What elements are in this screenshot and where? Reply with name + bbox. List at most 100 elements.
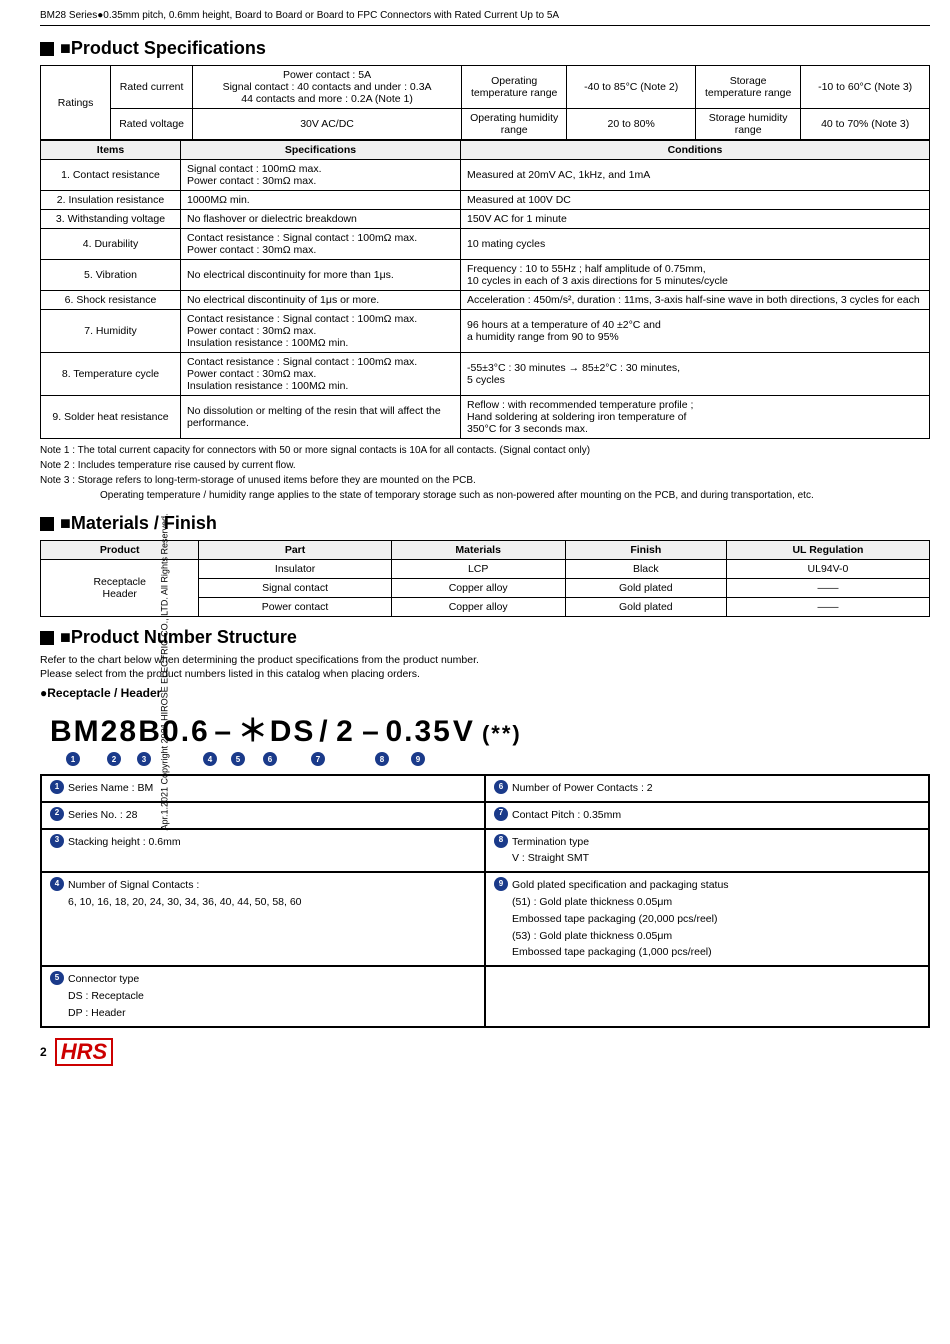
- circle-4: 4: [196, 752, 224, 766]
- rated-voltage-label: Rated voltage: [111, 109, 193, 140]
- spec-condition-1: Measured at 100V DC: [461, 191, 930, 210]
- rated-voltage-value: 30V AC/DC: [193, 109, 462, 140]
- footer-page-num: 2: [40, 1045, 47, 1059]
- mat-finish-2: Gold plated: [565, 598, 726, 617]
- spec-item-1: 2. Insulation resistance: [41, 191, 181, 210]
- product-specs-title: ■Product Specifications: [40, 38, 930, 59]
- num-desc-right-0: 6Number of Power Contacts : 2: [485, 775, 929, 802]
- num-part-12: (**): [476, 721, 528, 747]
- op-humidity-label: Operating humidity range: [462, 109, 567, 140]
- circle-row: 123456789: [40, 752, 930, 766]
- circle-5: 5: [224, 752, 252, 766]
- spec-spec-3: Contact resistance : Signal contact : 10…: [181, 229, 461, 260]
- circle-8: 7: [306, 752, 330, 766]
- spec-spec-1: 1000MΩ min.: [181, 191, 461, 210]
- ratings-table: Ratings Rated current Power contact : 5A…: [40, 65, 930, 140]
- num-desc-right-4: [485, 966, 929, 1026]
- storage-temp-value: -10 to 60°C (Note 3): [801, 66, 930, 109]
- note-1: Note 2 : Includes temperature rise cause…: [40, 458, 930, 473]
- spec-spec-0: Signal contact : 100mΩ max.Power contact…: [181, 160, 461, 191]
- circle-1: 2: [96, 752, 132, 766]
- note-0: Note 1 : The total current capacity for …: [40, 443, 930, 458]
- mat-materials-1: Copper alloy: [391, 579, 565, 598]
- mat-part-2: Power contact: [199, 598, 391, 617]
- storage-humidity-value: 40 to 70% (Note 3): [801, 109, 930, 140]
- spec-item-7: 8. Temperature cycle: [41, 353, 181, 396]
- num-desc-left-3: 4Number of Signal Contacts :6, 10, 16, 1…: [41, 872, 485, 966]
- op-temp-value: -40 to 85°C (Note 2): [567, 66, 696, 109]
- spec-condition-5: Acceleration : 450m/s², duration : 11ms,…: [461, 291, 930, 310]
- note-2: Note 3 : Storage refers to long-term-sto…: [40, 473, 930, 488]
- number-description-grid: 1Series Name : BM6Number of Power Contac…: [40, 774, 930, 1028]
- rated-current-label: Rated current: [111, 66, 193, 109]
- spec-item-8: 9. Solder heat resistance: [41, 396, 181, 439]
- num-part-5: ＊: [238, 706, 270, 750]
- num-part-9: –: [357, 715, 385, 749]
- spec-spec-2: No flashover or dielectric breakdown: [181, 210, 461, 229]
- num-part-10: 0.35: [385, 715, 451, 749]
- materials-table: ProductPartMaterialsFinishUL Regulation …: [40, 540, 930, 617]
- spec-item-2: 3. Withstanding voltage: [41, 210, 181, 229]
- col-specifications: Specifications: [181, 141, 461, 160]
- mat-header: Materials: [391, 541, 565, 560]
- num-part-8: 2: [333, 715, 357, 749]
- spec-spec-7: Contact resistance : Signal contact : 10…: [181, 353, 461, 396]
- ratings-label: Ratings: [41, 66, 111, 140]
- receptacle-label: ●Receptacle / Header: [40, 686, 930, 700]
- num-desc-right-2: 8Termination typeV : Straight SMT: [485, 829, 929, 873]
- spec-spec-5: No electrical discontinuity of 1μs or mo…: [181, 291, 461, 310]
- num-desc-right-1: 7Contact Pitch : 0.35mm: [485, 802, 929, 829]
- mat-finish-1: Gold plated: [565, 579, 726, 598]
- circle-6: 6: [252, 752, 288, 766]
- spec-item-5: 6. Shock resistance: [41, 291, 181, 310]
- product-desc2: Please select from the product numbers l…: [40, 668, 930, 680]
- spec-item-3: 4. Durability: [41, 229, 181, 260]
- sidebar-copyright: Apr.1.2021 Copyright 2021 HIROSE ELECTRI…: [159, 514, 169, 831]
- footer: 2 HRS: [40, 1038, 930, 1066]
- storage-humidity-label: Storage humidity range: [696, 109, 801, 140]
- spec-condition-0: Measured at 20mV AC, 1kHz, and 1mA: [461, 160, 930, 191]
- note-3: Operating temperature / humidity range a…: [40, 488, 930, 503]
- mat-part-0: Insulator: [199, 560, 391, 579]
- spec-item-6: 7. Humidity: [41, 310, 181, 353]
- num-part-7: /: [315, 715, 333, 749]
- spec-condition-6: 96 hours at a temperature of 40 ±2°C and…: [461, 310, 930, 353]
- num-part-1: 28: [101, 715, 138, 749]
- hrs-logo: HRS: [55, 1038, 113, 1066]
- num-desc-left-1: 2Series No. : 28: [41, 802, 485, 829]
- page-header: BM28 Series●0.35mm pitch, 0.6mm height, …: [40, 10, 930, 26]
- mat-product: ReceptacleHeader: [41, 560, 199, 617]
- op-temp-label: Operating temperature range: [462, 66, 567, 109]
- col-items: Items: [41, 141, 181, 160]
- spec-condition-4: Frequency : 10 to 55Hz ; half amplitude …: [461, 260, 930, 291]
- circle-11: 9: [406, 752, 430, 766]
- spec-spec-4: No electrical discontinuity for more tha…: [181, 260, 461, 291]
- mat-finish-0: Black: [565, 560, 726, 579]
- specs-table: Items Specifications Conditions 1. Conta…: [40, 140, 930, 439]
- product-number-display: BM28B0.6–＊DS/2–0.35V(**): [50, 706, 930, 750]
- mat-materials-0: LCP: [391, 560, 565, 579]
- mat-header: Finish: [565, 541, 726, 560]
- num-part-6: DS: [270, 715, 316, 749]
- circle-0: 1: [50, 752, 96, 766]
- materials-title: ■Materials / Finish: [40, 513, 930, 534]
- spec-item-0: 1. Contact resistance: [41, 160, 181, 191]
- mat-header: Product: [41, 541, 199, 560]
- num-part-4: –: [210, 715, 238, 749]
- rated-current-values: Power contact : 5A Signal contact : 40 c…: [193, 66, 462, 109]
- circle-2: 3: [132, 752, 156, 766]
- spec-item-4: 5. Vibration: [41, 260, 181, 291]
- num-part-11: V: [452, 715, 476, 749]
- storage-temp-label: Storage temperature range: [696, 66, 801, 109]
- product-specs-section: ■Product Specifications Ratings Rated cu…: [40, 38, 930, 503]
- mat-header: Part: [199, 541, 391, 560]
- num-desc-left-2: 3Stacking height : 0.6mm: [41, 829, 485, 873]
- spec-condition-8: Reflow : with recommended temperature pr…: [461, 396, 930, 439]
- num-desc-left-0: 1Series Name : BM: [41, 775, 485, 802]
- spec-spec-8: No dissolution or melting of the resin t…: [181, 396, 461, 439]
- product-number-title: ■Product Number Structure: [40, 627, 930, 648]
- spec-condition-7: -55±3°C : 30 minutes → 85±2°C : 30 minut…: [461, 353, 930, 396]
- notes-section: Note 1 : The total current capacity for …: [40, 443, 930, 503]
- mat-materials-2: Copper alloy: [391, 598, 565, 617]
- circle-10: 8: [358, 752, 406, 766]
